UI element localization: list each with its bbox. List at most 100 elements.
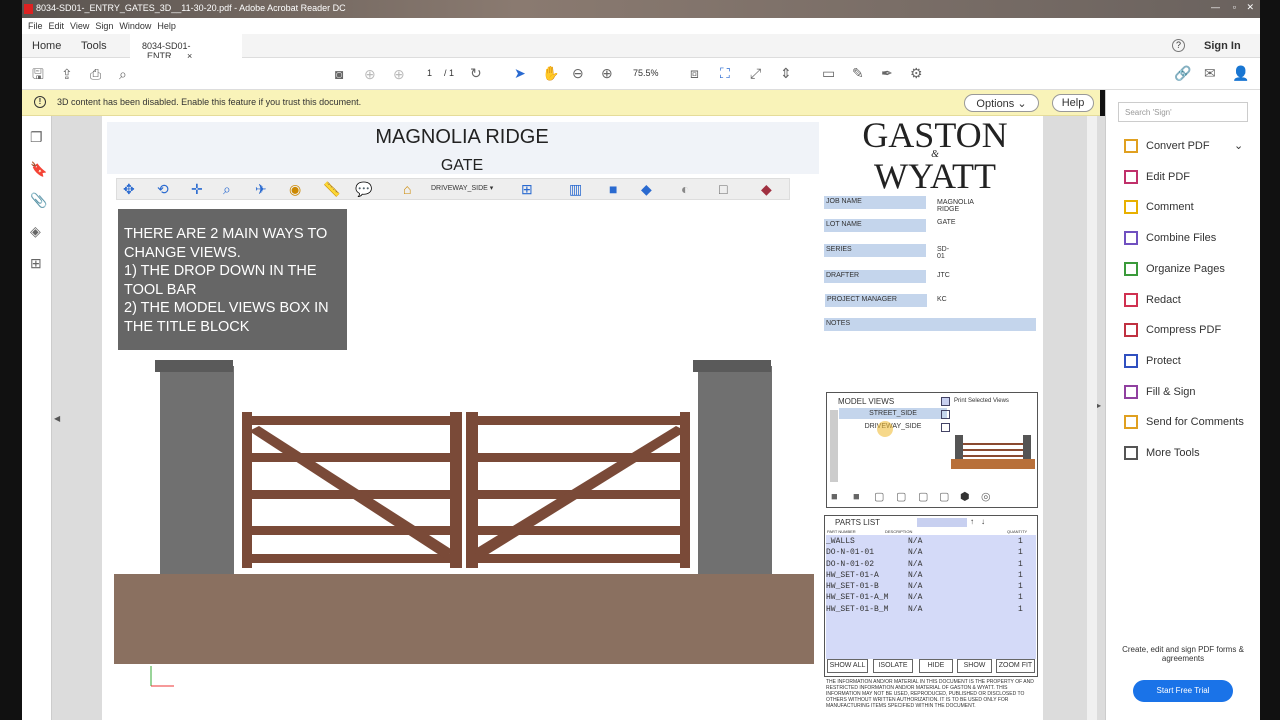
projection-icon[interactable]: ▥ <box>569 182 582 196</box>
spin-icon[interactable]: ⟲ <box>157 182 169 196</box>
walk-icon[interactable]: ✈ <box>255 182 267 196</box>
gate-3d-view[interactable] <box>114 346 819 696</box>
menu-window[interactable]: Window <box>119 21 151 31</box>
help-button[interactable]: Help <box>1052 94 1094 112</box>
scroll-icon[interactable]: ⇕ <box>780 66 792 80</box>
bookmarks-icon[interactable]: 🔖 <box>30 162 47 176</box>
tab-home[interactable]: Home <box>32 40 61 52</box>
parts-row[interactable]: DO-N-01-02 N/A 1 <box>826 560 1036 571</box>
tool-edit-pdf[interactable]: Edit PDF <box>1124 169 1190 184</box>
view-item-street-side[interactable]: STREET_SIDE <box>839 408 947 419</box>
parts-search-input[interactable] <box>917 518 967 527</box>
maximize-button[interactable]: ▫ <box>1233 2 1236 12</box>
fit-width-icon[interactable]: ⛶ <box>720 66 730 80</box>
next-page-icon[interactable]: ⊕ <box>393 67 405 81</box>
parts-row[interactable]: _WALLS N/A 1 <box>826 537 1036 548</box>
views-scrollbar[interactable] <box>830 410 838 482</box>
camera-icon[interactable]: ◉ <box>289 182 301 196</box>
select-cursor-icon[interactable]: ➤ <box>514 66 526 80</box>
page-thumbnails-icon[interactable]: ❐ <box>30 130 43 144</box>
view-iso-icon[interactable]: ⬢ <box>960 490 970 504</box>
default-view-icon[interactable]: ⌂ <box>403 182 411 196</box>
driveway-side-checkbox[interactable] <box>941 423 950 432</box>
menu-view[interactable]: View <box>70 21 89 31</box>
rotate-3d-icon[interactable]: ✥ <box>123 182 135 196</box>
tool-send-for-comments[interactable]: Send for Comments <box>1124 415 1244 430</box>
print-icon[interactable]: ⎙ <box>90 67 101 81</box>
tab-document[interactable]: 8034-SD01-_ENTR... × <box>130 34 242 61</box>
zoom-in-icon[interactable]: ⊕ <box>601 66 613 80</box>
help-icon[interactable]: ? <box>1172 39 1185 52</box>
tool-combine-files[interactable]: Combine Files <box>1124 231 1216 246</box>
view-top-icon[interactable]: ▢ <box>874 490 884 504</box>
street-side-checkbox[interactable] <box>941 410 950 419</box>
view-left-icon[interactable]: ▢ <box>918 490 928 504</box>
tool-more-tools[interactable]: More Tools <box>1124 446 1200 460</box>
measure-icon[interactable]: 📏 <box>323 182 340 196</box>
fit-page-icon[interactable]: ⧈ <box>690 66 699 80</box>
tool-redact[interactable]: Redact <box>1124 292 1181 307</box>
full-screen-icon[interactable]: ⤢ <box>750 66 761 80</box>
menu-sign[interactable]: Sign <box>95 21 113 31</box>
parts-row[interactable]: DO-N-01-01 N/A 1 <box>826 548 1036 559</box>
prev-page-icon[interactable]: ⊕ <box>364 67 376 81</box>
sign-in-button[interactable]: Sign In <box>1204 40 1241 52</box>
collapse-left-arrow[interactable]: ◀ <box>54 414 60 423</box>
page-number-input[interactable]: 1 <box>427 68 432 78</box>
start-free-trial-button[interactable]: Start Free Trial <box>1133 680 1233 702</box>
share-user-icon[interactable]: 👤 <box>1232 66 1249 80</box>
chevron-down-icon[interactable]: ⌄ <box>1234 139 1243 152</box>
comment-3d-icon[interactable]: 💬 <box>355 182 372 196</box>
attachments-icon[interactable]: 📎 <box>30 193 47 207</box>
save-icon[interactable]: 🖫 <box>32 67 44 81</box>
parts-row[interactable]: HW_SET-01-A_M N/A 1 <box>826 593 1036 604</box>
render-mode-icon[interactable]: ■ <box>609 182 617 196</box>
rotate-icon[interactable]: ↻ <box>470 66 482 80</box>
sort-down-icon[interactable]: ↓ <box>981 517 985 526</box>
zoom-out-icon[interactable]: ⊖ <box>572 66 584 80</box>
sign-icon[interactable]: ✒ <box>881 66 893 80</box>
tools-search-input[interactable]: Search 'Sign' <box>1118 102 1248 122</box>
tab-tools[interactable]: Tools <box>81 40 107 52</box>
zoom-3d-icon[interactable]: ⌕ <box>223 182 231 196</box>
lighting-icon[interactable]: ◆ <box>641 182 652 196</box>
isolate-button[interactable]: ISOLATE <box>873 659 913 673</box>
paint-icon[interactable]: ◆ <box>761 182 772 196</box>
view-reset-icon[interactable]: ◎ <box>981 490 991 504</box>
tool-convert-pdf[interactable]: Convert PDF ⌄ <box>1124 139 1243 153</box>
vertical-scrollbar[interactable] <box>1087 116 1097 720</box>
views-dropdown[interactable]: DRIVEWAY_SIDE ▾ <box>431 184 493 192</box>
menu-file[interactable]: File <box>28 21 43 31</box>
layers-icon[interactable]: ◈ <box>30 224 41 238</box>
tool-compress-pdf[interactable]: Compress PDF <box>1124 323 1221 338</box>
upload-icon[interactable]: ⇪ <box>61 67 73 81</box>
view-back-icon[interactable]: ■ <box>853 490 860 504</box>
zoom-fit-button[interactable]: ZOOM FIT <box>996 659 1035 673</box>
print-selected-checkbox[interactable] <box>941 397 950 406</box>
minimize-button[interactable]: — <box>1211 2 1220 12</box>
sort-up-icon[interactable]: ↑ <box>970 517 974 526</box>
show-button[interactable]: SHOW <box>957 659 992 673</box>
view-bottom-icon[interactable]: ▢ <box>896 490 906 504</box>
tool-protect[interactable]: Protect <box>1124 353 1181 368</box>
comment-icon[interactable]: ▭ <box>822 66 835 80</box>
close-window-button[interactable]: ✕ <box>1246 2 1254 13</box>
view-right-icon[interactable]: ▢ <box>939 490 949 504</box>
hide-button[interactable]: HIDE <box>919 659 953 673</box>
parts-row[interactable]: HW_SET-01-B_M N/A 1 <box>826 605 1036 616</box>
highlight-icon[interactable]: ✎ <box>852 66 864 80</box>
options-button[interactable]: Options ⌄ <box>964 94 1039 112</box>
zoom-level-dropdown[interactable]: 75.5% <box>633 68 659 78</box>
parts-row[interactable]: HW_SET-01-A N/A 1 <box>826 571 1036 582</box>
view-front-icon[interactable]: ■ <box>831 490 838 504</box>
pan-icon[interactable]: ✛ <box>191 182 203 196</box>
hand-icon[interactable]: ✋ <box>542 66 559 80</box>
email-icon[interactable]: ✉ <box>1204 66 1216 80</box>
tool-organize-pages[interactable]: Organize Pages <box>1124 261 1225 276</box>
snapshot-icon[interactable]: ◙ <box>335 67 343 81</box>
tool-fill-sign[interactable]: Fill & Sign <box>1124 384 1196 399</box>
view-item-driveway-side[interactable]: DRIVEWAY_SIDE <box>839 421 947 432</box>
model-tree-icon[interactable]: ⊞ <box>30 256 42 270</box>
link-icon[interactable]: 🔗 <box>1174 66 1191 80</box>
parts-row[interactable]: HW_SET-01-B N/A 1 <box>826 582 1036 593</box>
